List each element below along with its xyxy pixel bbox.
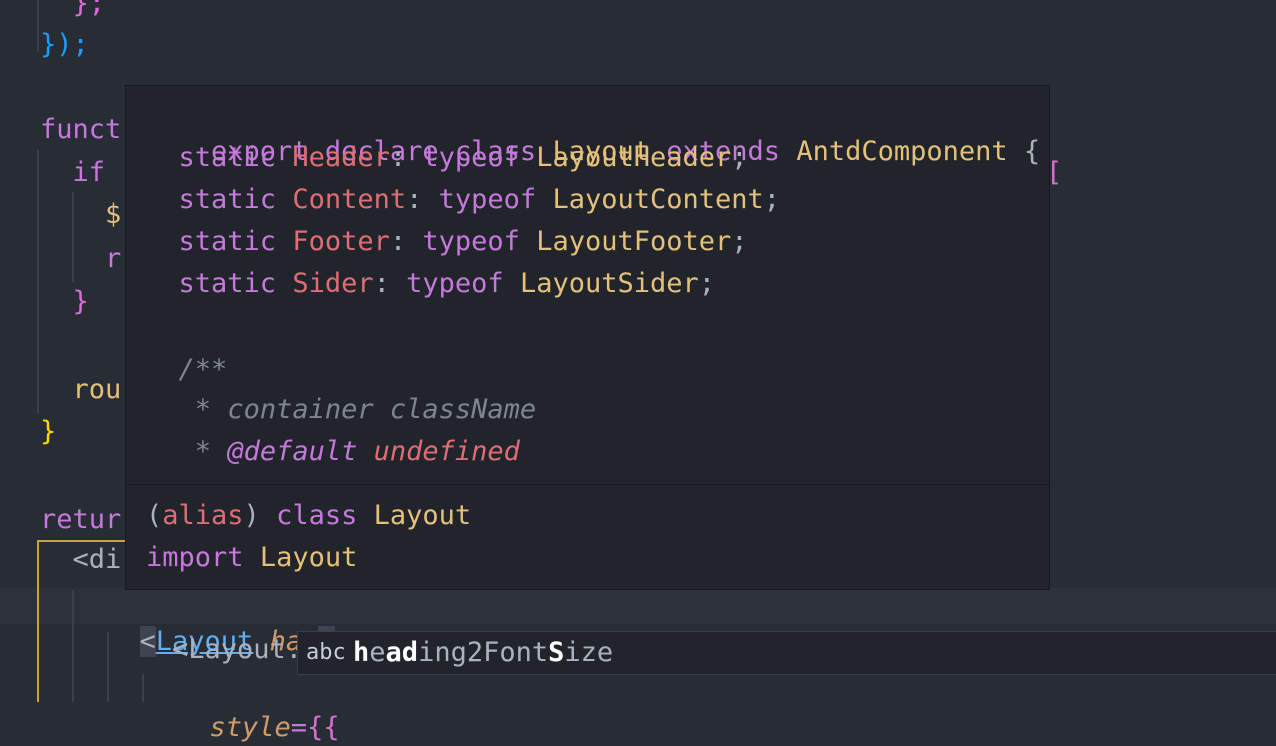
code-line[interactable]: <di xyxy=(40,542,122,578)
hover-doc-line: * container className xyxy=(194,394,537,425)
code-line[interactable]: if xyxy=(40,155,106,191)
label-segment: ize xyxy=(564,637,614,668)
label-segment: e xyxy=(369,637,386,668)
hover-signature-line: export declare class Layout extends Antd… xyxy=(211,136,1041,167)
code-line[interactable]: }); xyxy=(40,27,89,63)
indent-guide xyxy=(37,0,39,52)
code-line[interactable]: } xyxy=(40,284,89,320)
hover-member-line: static Content: typeof LayoutContent; xyxy=(178,184,781,215)
match-highlight: a xyxy=(385,637,402,668)
hover-separator xyxy=(126,484,1049,485)
code-line-layout-tag[interactable]: <Layout has> xyxy=(107,588,335,657)
hover-member-line: static Header: typeof LayoutHeader; xyxy=(178,142,748,173)
hover-popup[interactable]: export declare class Layout extends Antd… xyxy=(125,85,1050,590)
code-line[interactable]: style={{ xyxy=(177,674,340,743)
code-line[interactable]: retur xyxy=(40,502,121,538)
match-highlight: S xyxy=(548,637,565,668)
hover-member-line: static Footer: typeof LayoutFooter; xyxy=(178,226,748,257)
code-line[interactable]: funct xyxy=(40,112,121,148)
code-line[interactable]: } xyxy=(40,414,56,450)
style-attribute: style xyxy=(209,712,291,743)
hover-member-line: static Sider: typeof LayoutSider; xyxy=(178,268,716,299)
code-line[interactable]: }; xyxy=(40,0,106,22)
indent-guide xyxy=(142,674,144,702)
code-line[interactable]: rou xyxy=(40,372,122,408)
code-line[interactable]: r xyxy=(40,241,121,277)
hover-doc-open: /** xyxy=(178,354,228,385)
indent-guide xyxy=(72,590,74,702)
match-highlight: h xyxy=(353,637,370,668)
hover-footer-import: import Layout xyxy=(146,542,358,573)
hover-doc-line: * @default undefined xyxy=(194,436,520,467)
code-line[interactable]: $ xyxy=(40,197,121,233)
text-kind-icon: abc xyxy=(306,640,346,665)
hover-footer-alias: (alias) class Layout xyxy=(146,500,472,531)
code-line[interactable]: <Layout.S xyxy=(107,632,318,668)
suggestion-widget[interactable]: abc heading2FontSize xyxy=(297,631,1276,675)
indent-guide-active xyxy=(37,540,39,702)
suggestion-item-label[interactable]: heading2FontSize xyxy=(353,635,613,671)
match-highlight: d xyxy=(401,637,419,668)
indent-guide xyxy=(37,150,39,414)
label-segment: ing2Font xyxy=(418,637,549,668)
